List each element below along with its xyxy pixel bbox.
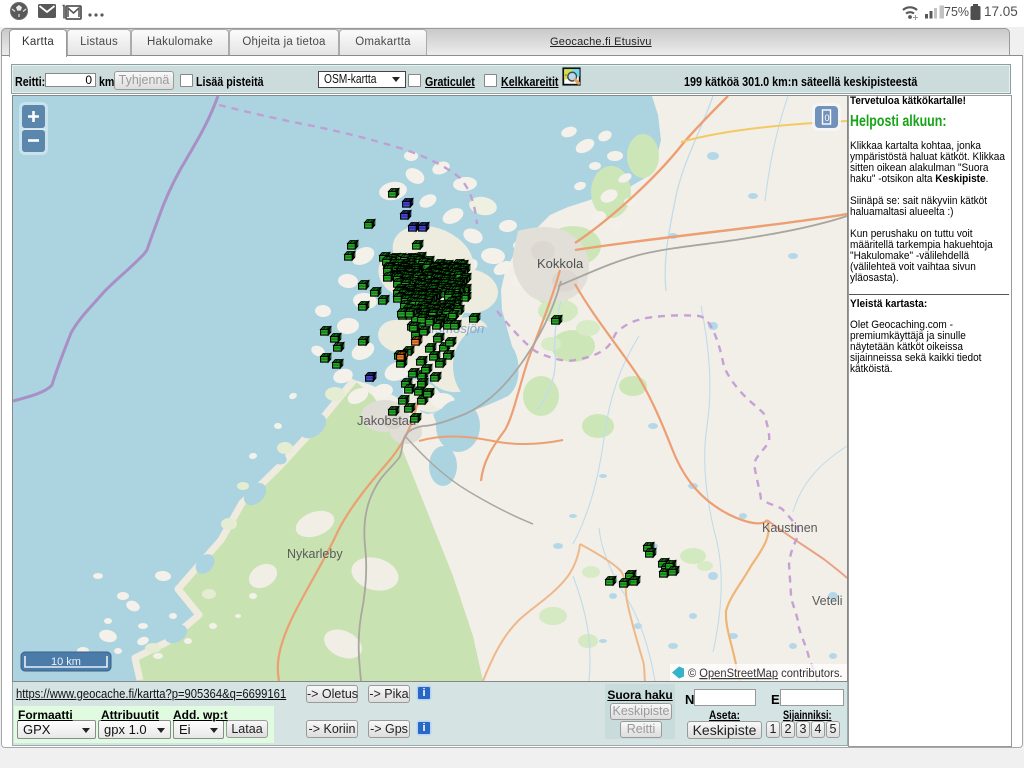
svg-text:Kokkola: Kokkola xyxy=(537,256,584,271)
svg-text:Nykarleby: Nykarleby xyxy=(287,547,343,561)
svg-text:10 km: 10 km xyxy=(51,656,81,668)
svg-text:Veteli: Veteli xyxy=(812,594,843,608)
svg-text:Kaustinen: Kaustinen xyxy=(762,521,818,535)
svg-text:© OpenStreetMap contributors.: © OpenStreetMap contributors. xyxy=(688,668,843,680)
svg-text:Jakobstad: Jakobstad xyxy=(357,413,416,428)
svg-text:0: 0 xyxy=(825,113,830,123)
